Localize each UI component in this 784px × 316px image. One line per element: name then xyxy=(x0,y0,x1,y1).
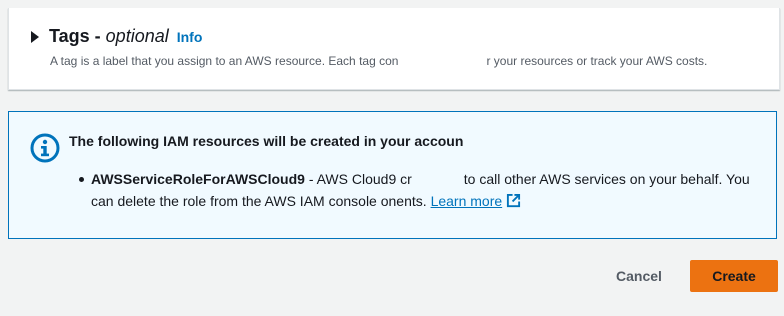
tags-title-optional: optional xyxy=(105,26,169,46)
tags-description-end: r your resources or track your AWS costs… xyxy=(486,54,708,68)
tags-title: Tags - optional xyxy=(49,26,169,47)
role-description-part1: - AWS Cloud9 cr xyxy=(304,171,412,187)
tags-description-start: A tag is a label that you assign to an A… xyxy=(50,54,399,68)
learn-more-link[interactable]: Learn more xyxy=(431,193,503,209)
create-button[interactable]: Create xyxy=(690,260,778,292)
tags-panel: Tags - optional Info A tag is a label th… xyxy=(8,8,780,90)
iam-info-alert: The following IAM resources will be crea… xyxy=(8,111,777,239)
caret-right-icon xyxy=(31,30,39,43)
tags-description: A tag is a label that you assign to an A… xyxy=(50,54,707,69)
create-environment-page: Tags - optional Info A tag is a label th… xyxy=(0,0,784,316)
list-item: AWSServiceRoleForAWSCloud9 - AWS Cloud9 … xyxy=(79,168,761,214)
info-circle-icon xyxy=(29,132,61,164)
iam-resource-list: AWSServiceRoleForAWSCloud9 - AWS Cloud9 … xyxy=(79,168,761,214)
tags-info-link[interactable]: Info xyxy=(177,29,203,45)
cancel-button[interactable]: Cancel xyxy=(604,261,674,291)
redacted-area xyxy=(398,54,487,69)
external-link-icon[interactable] xyxy=(506,192,521,214)
role-name: AWSServiceRoleForAWSCloud9 xyxy=(91,171,305,187)
tags-title-text: Tags - xyxy=(49,26,106,46)
tags-expand-toggle[interactable]: Tags - optional Info xyxy=(31,26,202,47)
alert-heading: The following IAM resources will be crea… xyxy=(69,133,464,149)
